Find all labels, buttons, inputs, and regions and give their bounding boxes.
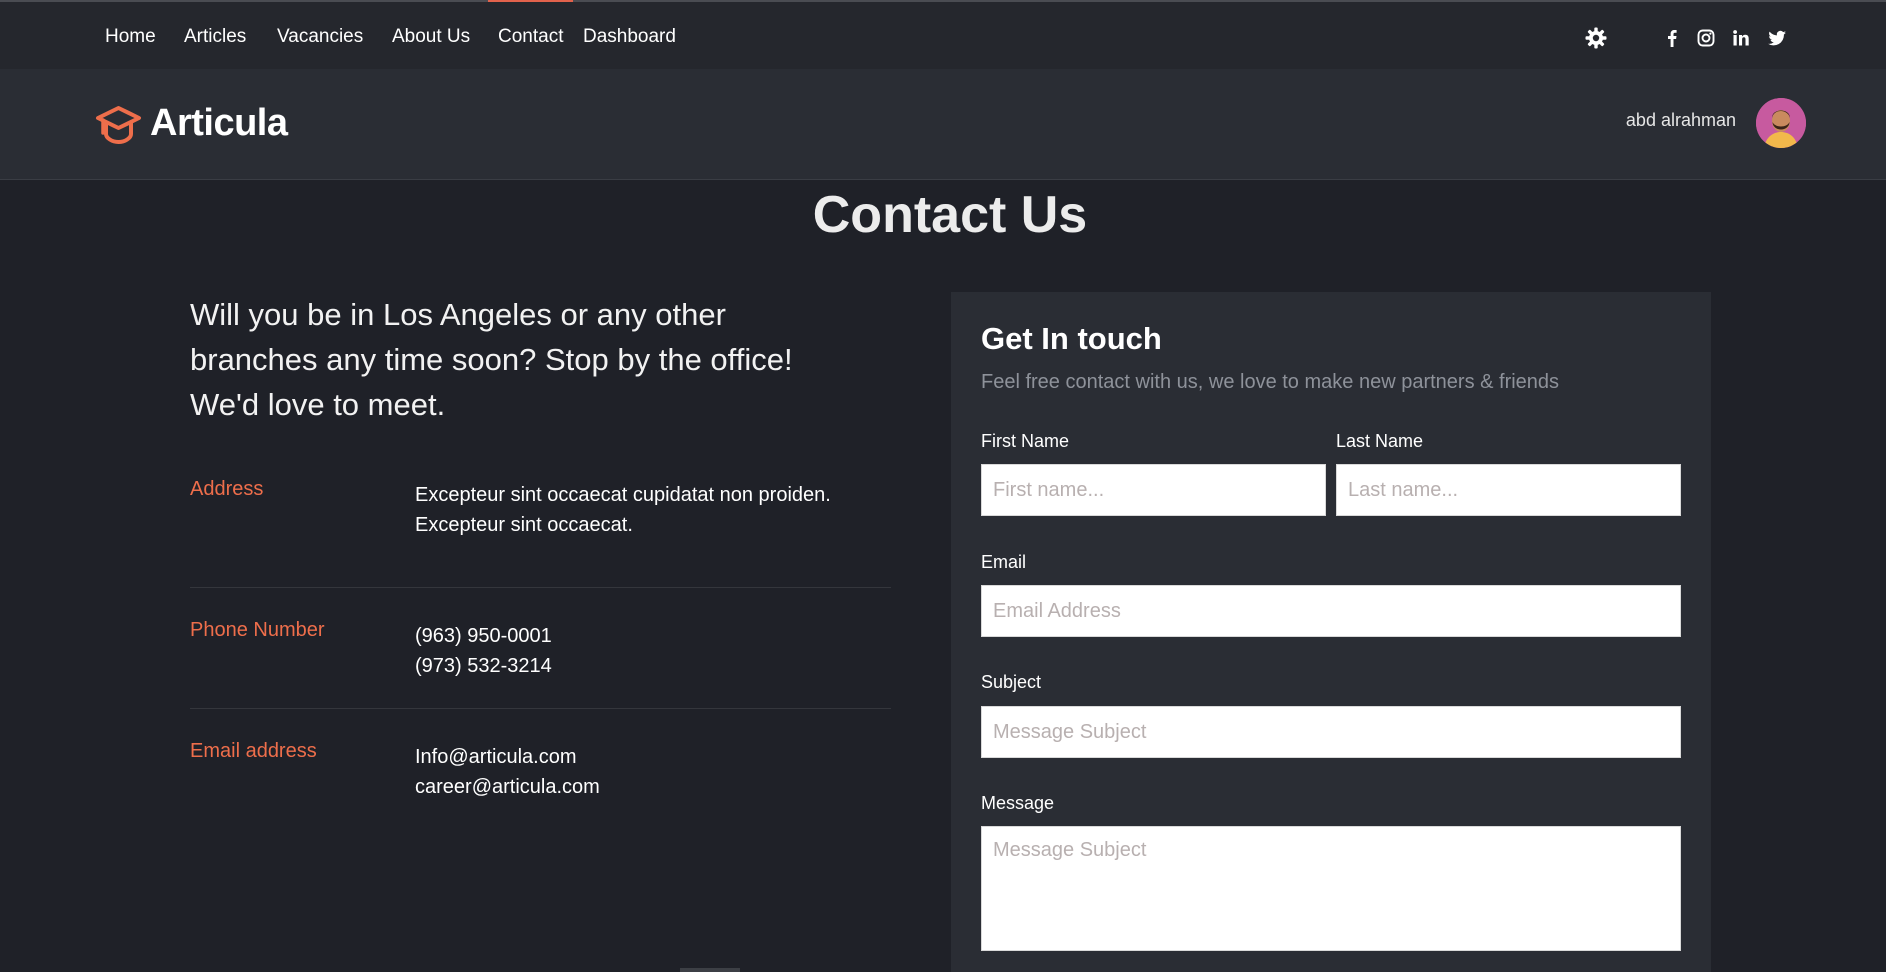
first-name-label: First Name: [981, 431, 1070, 451]
phone-line-1[interactable]: (963) 950-0001: [415, 621, 552, 651]
avatar[interactable]: [1756, 98, 1806, 148]
last-name-label: Last Name: [1336, 431, 1424, 451]
subject-input[interactable]: [981, 706, 1681, 758]
graduation-cap-icon[interactable]: [95, 103, 142, 146]
site-header: Articula abd alrahman: [0, 69, 1886, 180]
first-name-input[interactable]: [981, 464, 1326, 516]
nav-item-articles[interactable]: Articles: [184, 26, 246, 48]
nav-item-dashboard[interactable]: Dashboard: [583, 26, 676, 48]
nav-item-vacancies[interactable]: Vacancies: [277, 26, 363, 48]
nav-item-about-us[interactable]: About Us: [392, 26, 470, 48]
form-title: Get In touch: [981, 321, 1162, 356]
settings-icon[interactable]: [1584, 26, 1608, 50]
divider: [190, 587, 891, 588]
address-line-2: Excepteur sint occaecat.: [415, 514, 633, 536]
scroll-indicator: [680, 968, 740, 972]
message-label: Message: [981, 793, 1055, 813]
linkedin-icon[interactable]: [1731, 28, 1751, 48]
phone-value: (963) 950-0001 (973) 532-3214: [415, 621, 552, 681]
subject-label: Subject: [981, 672, 1042, 692]
nav-active-indicator: [488, 0, 573, 2]
address-value: Excepteur sint occaecat cupidatat non pr…: [415, 480, 831, 540]
email-line-2[interactable]: career@articula.com: [415, 772, 600, 802]
avatar-image: [1756, 98, 1806, 148]
email-label: Email address: [190, 740, 317, 762]
top-navbar: Home Articles Vacancies About Us Contact…: [0, 0, 1886, 69]
nav-item-contact[interactable]: Contact: [498, 26, 563, 48]
page-title: Contact Us: [812, 186, 1088, 244]
message-textarea[interactable]: [981, 826, 1681, 951]
address-line-1: Excepteur sint occaecat cupidatat non pr…: [415, 484, 831, 506]
phone-label: Phone Number: [190, 619, 325, 641]
twitter-icon[interactable]: [1767, 28, 1787, 48]
contact-form-card: Get In touch Feel free contact with us, …: [951, 292, 1711, 972]
logo-text[interactable]: Articula: [150, 102, 288, 145]
instagram-icon[interactable]: [1696, 28, 1716, 48]
email-input[interactable]: [981, 585, 1681, 637]
nav-item-home[interactable]: Home: [105, 26, 156, 48]
user-name[interactable]: abd alrahman: [1626, 110, 1736, 131]
last-name-input[interactable]: [1336, 464, 1681, 516]
address-label: Address: [190, 478, 264, 500]
divider: [190, 708, 891, 709]
email-line-1[interactable]: Info@articula.com: [415, 742, 600, 772]
email-field-label: Email: [981, 552, 1027, 572]
email-value: Info@articula.com career@articula.com: [415, 742, 600, 802]
phone-line-2[interactable]: (973) 532-3214: [415, 651, 552, 681]
intro-text: Will you be in Los Angeles or any other …: [190, 297, 793, 422]
facebook-icon[interactable]: [1662, 28, 1682, 48]
form-subtitle: Feel free contact with us, we love to ma…: [981, 371, 1560, 393]
